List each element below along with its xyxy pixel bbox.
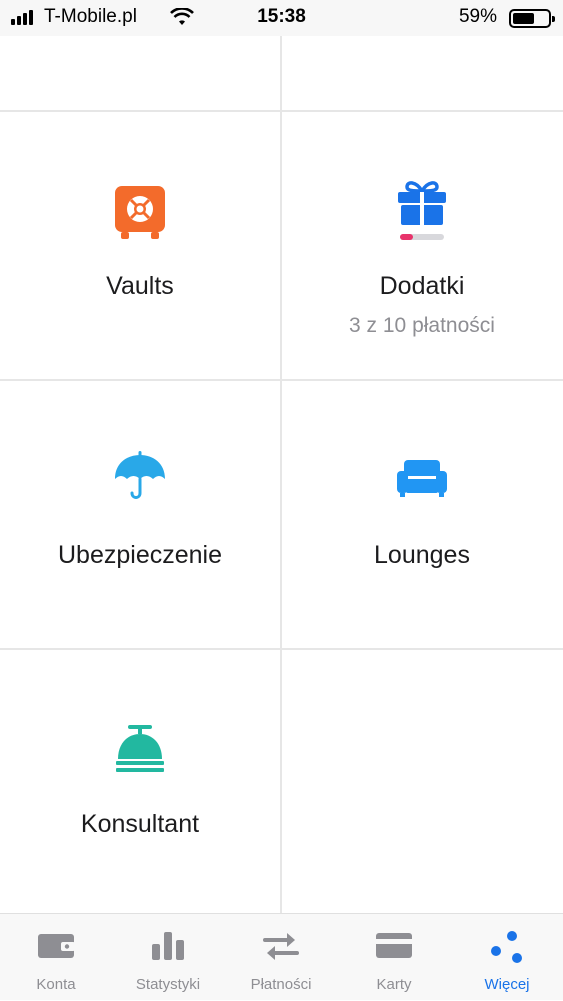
concierge-bell-icon — [0, 725, 280, 773]
tab-statystyki[interactable]: Statystyki — [112, 914, 224, 1001]
tile-label: Vaults — [106, 272, 174, 300]
safe-icon — [0, 185, 280, 241]
tile-konsultant[interactable]: Konsultant — [0, 650, 280, 913]
tab-bar: Konta Statystyki Płatności Karty Więcej — [0, 913, 563, 1000]
payments-progress-fill — [400, 234, 413, 240]
transfer-arrows-icon — [225, 930, 337, 962]
tile-dodatki[interactable]: Dodatki 3 z 10 płatności — [282, 112, 562, 379]
more-dots-icon — [451, 930, 563, 966]
umbrella-icon — [0, 451, 280, 503]
tile-ubezpieczenie[interactable]: Ubezpieczenie — [0, 381, 280, 648]
tab-karty[interactable]: Karty — [338, 914, 450, 1001]
gift-icon — [282, 178, 562, 242]
tab-wiecej[interactable]: Więcej — [451, 914, 563, 1001]
tab-label: Płatności — [250, 976, 312, 993]
bar-chart-icon — [112, 930, 224, 962]
battery-percentage: 59% — [458, 6, 497, 27]
sofa-icon — [282, 459, 562, 497]
tile-lounges[interactable]: Lounges — [282, 381, 562, 648]
tile-label: Dodatki — [379, 272, 465, 300]
tab-konta[interactable]: Konta — [0, 914, 112, 1001]
tab-label: Karty — [376, 976, 412, 993]
tile-label: Lounges — [374, 541, 470, 569]
tile-sublabel: 3 z 10 płatności — [349, 314, 495, 337]
tab-label: Więcej — [484, 976, 530, 993]
tile-label: Konsultant — [80, 810, 200, 838]
battery-icon — [509, 9, 555, 28]
wallet-icon — [0, 930, 112, 960]
tile-vaults[interactable]: Vaults — [0, 112, 280, 379]
status-bar: T-Mobile.pl 15:38 59% — [0, 0, 563, 36]
tab-label: Konta — [36, 976, 76, 993]
tab-platnosci[interactable]: Płatności — [225, 914, 337, 1001]
features-grid: Vaults Dodatki 3 z 10 płatności Ubezpiec… — [0, 36, 563, 913]
tile-label: Ubezpieczenie — [58, 541, 222, 569]
card-icon — [338, 930, 450, 960]
tab-label: Statystyki — [135, 976, 201, 993]
